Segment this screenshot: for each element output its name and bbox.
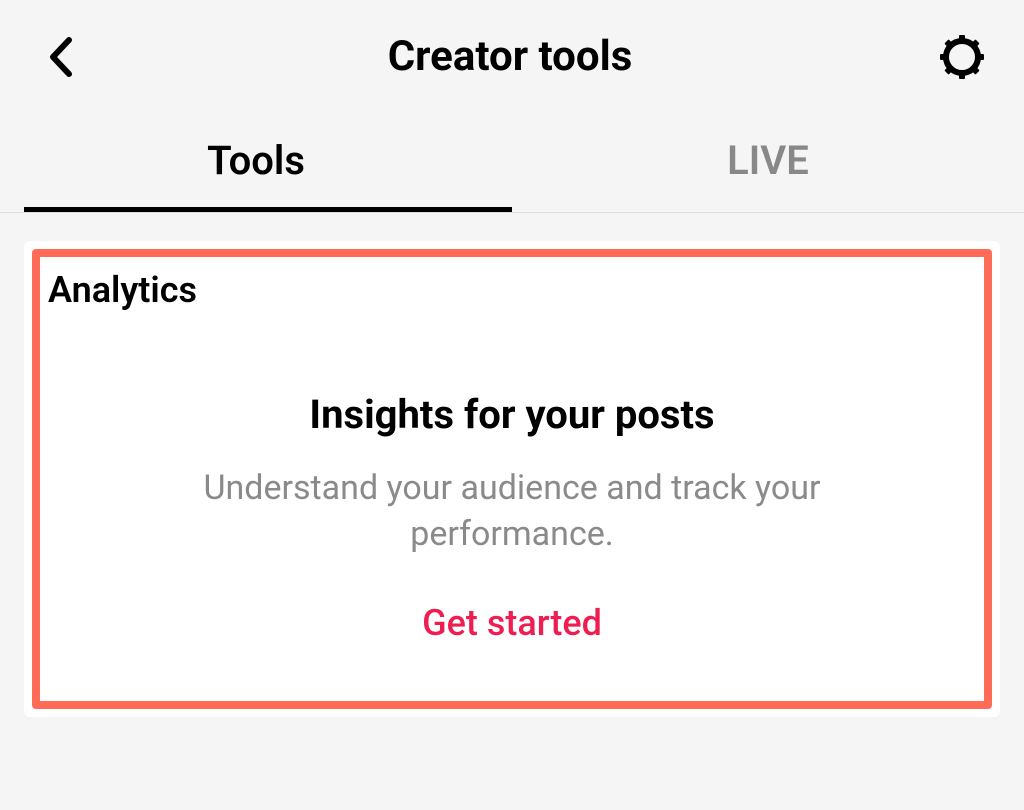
back-button[interactable] — [40, 37, 80, 77]
analytics-card-body: Insights for your posts Understand your … — [48, 391, 976, 673]
analytics-headline: Insights for your posts — [309, 391, 714, 438]
settings-button[interactable] — [940, 35, 984, 79]
content-area: Analytics Insights for your posts Unders… — [0, 213, 1024, 741]
analytics-description: Understand your audience and track your … — [102, 466, 922, 558]
page-title: Creator tools — [388, 32, 633, 81]
gear-icon — [940, 35, 984, 79]
analytics-highlight-box: Analytics Insights for your posts Unders… — [32, 249, 992, 709]
header: Creator tools — [0, 0, 1024, 113]
tab-live[interactable]: LIVE — [512, 113, 1024, 212]
analytics-section-label: Analytics — [48, 269, 976, 311]
analytics-card: Analytics Insights for your posts Unders… — [24, 241, 1000, 717]
tabs: Tools LIVE — [0, 113, 1024, 213]
get-started-link[interactable]: Get started — [422, 602, 602, 644]
chevron-left-icon — [47, 36, 73, 78]
tab-tools[interactable]: Tools — [0, 113, 512, 212]
